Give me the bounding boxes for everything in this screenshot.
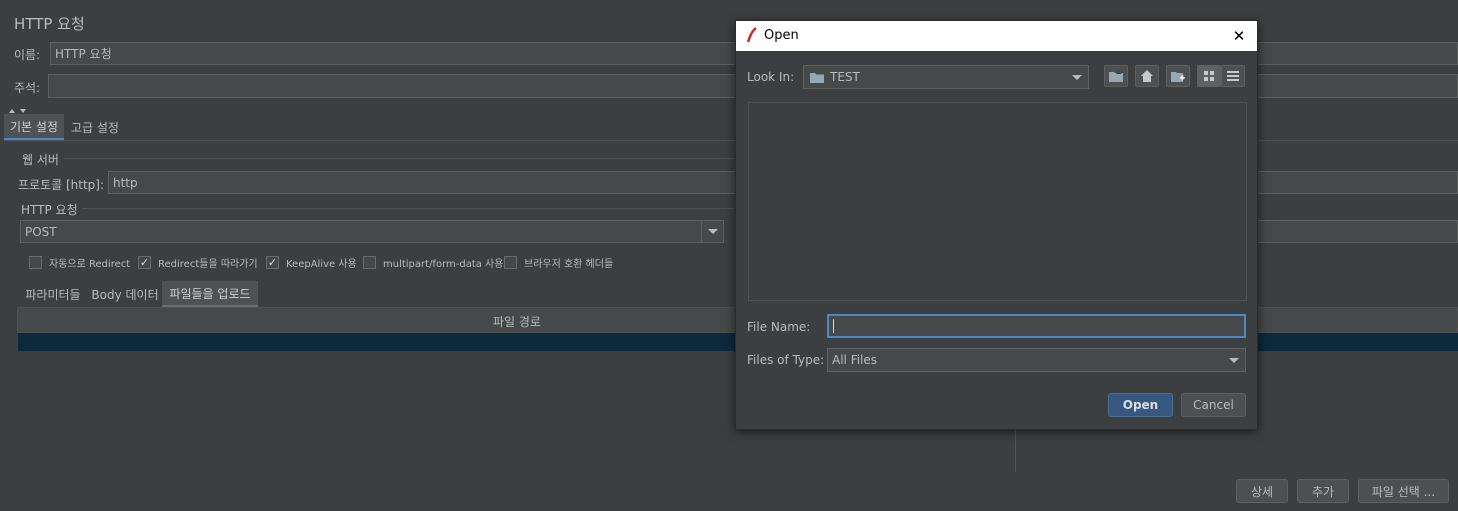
checkbox-box-checked: ✓	[266, 256, 279, 269]
folder-icon	[810, 72, 824, 83]
detail-button-label: 상세	[1250, 484, 1274, 499]
dialog-titlebar[interactable]: Open ✕	[736, 21, 1257, 51]
panel-title: HTTP 요청	[14, 15, 85, 33]
browse-button-label: 파일 선택 ...	[1371, 484, 1436, 499]
checkbox-box	[504, 256, 517, 269]
up-folder-icon	[1109, 71, 1123, 82]
new-folder-button[interactable]	[1166, 65, 1190, 87]
tab-body-data[interactable]: Body 데이터	[88, 282, 162, 306]
file-list[interactable]	[748, 102, 1247, 301]
files-of-type-label: Files of Type:	[747, 353, 825, 367]
cancel-button-label: Cancel	[1193, 398, 1234, 412]
chevron-down-icon	[1072, 75, 1082, 80]
text-cursor	[833, 319, 834, 333]
detail-button[interactable]: 상세	[1236, 479, 1288, 503]
checkbox-follow-redirects[interactable]: ✓ Redirect들을 따라가기	[138, 255, 258, 270]
tab-advanced-label: 고급 설정	[71, 120, 119, 135]
checkbox-box	[29, 256, 42, 269]
tab-file-upload[interactable]: 파일들을 업로드	[162, 281, 258, 307]
open-dialog: Open ✕ Look In: TEST File Name: Files of…	[735, 20, 1258, 430]
tab-basic[interactable]: 기본 설정	[4, 114, 64, 140]
list-view-button[interactable]	[1197, 65, 1221, 87]
dialog-title: Open	[764, 28, 799, 43]
web-server-section-title: 웹 서버	[22, 153, 59, 167]
comment-label: 주석:	[14, 81, 41, 95]
details-list-icon	[1227, 71, 1239, 81]
protocol-label: 프로토콜 [http]:	[18, 178, 105, 192]
dialog-close-button[interactable]: ✕	[1227, 24, 1251, 48]
tab-parameters[interactable]: 파라미터들	[18, 282, 88, 306]
grid-icon	[1204, 71, 1214, 81]
vertical-divider	[1015, 430, 1016, 472]
check-icon: ✓	[139, 256, 150, 269]
method-select-value: POST	[25, 224, 57, 239]
look-in-value: TEST	[830, 70, 860, 84]
web-server-section-line	[64, 158, 735, 159]
checkbox-label: multipart/form-data 사용	[383, 259, 504, 270]
open-button[interactable]: Open	[1108, 393, 1173, 417]
splitter-arrows[interactable]	[9, 104, 29, 113]
add-button-label: 추가	[1311, 484, 1335, 499]
check-icon: ✓	[267, 256, 278, 269]
tab-body-data-label: Body 데이터	[91, 287, 159, 302]
checkbox-label: KeepAlive 사용	[286, 259, 357, 270]
http-request-section-line	[82, 208, 735, 209]
java-feather-icon	[746, 27, 757, 43]
checkbox-label: 자동으로 Redirect	[49, 259, 131, 270]
name-label: 이름:	[14, 48, 41, 62]
checkbox-browser-headers[interactable]: 브라우저 호환 헤더들	[504, 255, 613, 270]
up-folder-button[interactable]	[1104, 65, 1128, 87]
method-select[interactable]: POST	[20, 220, 724, 243]
http-request-section-title: HTTP 요청	[21, 203, 78, 217]
cancel-button[interactable]: Cancel	[1181, 393, 1246, 417]
file-name-label: File Name:	[747, 320, 811, 334]
checkbox-label: Redirect들을 따라가기	[158, 259, 258, 270]
tab-advanced[interactable]: 고급 설정	[64, 114, 126, 140]
checkbox-auto-redirect[interactable]: 자동으로 Redirect	[29, 255, 130, 270]
checkbox-box	[363, 256, 376, 269]
checkbox-multipart[interactable]: multipart/form-data 사용	[363, 255, 503, 270]
method-select-arrow	[701, 221, 723, 242]
tab-file-upload-label: 파일들을 업로드	[169, 286, 251, 301]
look-in-select[interactable]: TEST	[803, 65, 1089, 89]
checkbox-box-checked: ✓	[138, 256, 151, 269]
chevron-down-icon	[1229, 358, 1239, 363]
home-icon	[1141, 70, 1153, 82]
checkbox-keepalive[interactable]: ✓ KeepAlive 사용	[266, 255, 357, 270]
add-button[interactable]: 추가	[1297, 479, 1349, 503]
new-folder-icon	[1171, 72, 1185, 82]
open-button-label: Open	[1122, 398, 1159, 412]
details-view-button[interactable]	[1221, 65, 1245, 87]
files-of-type-select[interactable]: All Files	[827, 348, 1246, 372]
tab-basic-label: 기본 설정	[10, 119, 58, 134]
path-field[interactable]	[1256, 220, 1458, 243]
chevron-down-icon	[707, 228, 718, 234]
name-field-value: HTTP 요청	[55, 47, 112, 61]
protocol-field-value: http	[113, 175, 138, 190]
file-name-input[interactable]	[827, 314, 1246, 338]
checkbox-label: 브라우저 호환 헤더들	[524, 259, 614, 270]
tab-parameters-label: 파라미터들	[25, 287, 81, 302]
files-of-type-value: All Files	[832, 353, 878, 367]
look-in-label: Look In:	[747, 70, 795, 84]
home-button[interactable]	[1135, 65, 1159, 87]
close-icon: ✕	[1232, 27, 1246, 45]
browse-button[interactable]: 파일 선택 ...	[1358, 479, 1449, 503]
table-header-label: 파일 경로	[493, 315, 541, 329]
